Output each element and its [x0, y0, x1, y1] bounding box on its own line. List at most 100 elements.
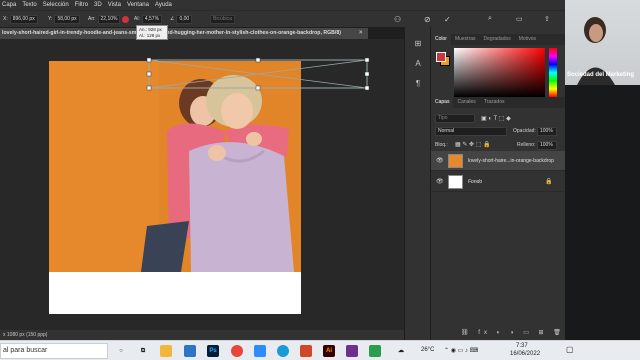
app-icon-2[interactable]	[369, 345, 381, 357]
layer-name: Fondo	[468, 179, 483, 185]
tab-motivos[interactable]: Motivos	[515, 34, 540, 45]
warp-icon[interactable]: ⚇	[394, 14, 401, 24]
menu-3d[interactable]: 3D	[94, 2, 102, 8]
menu-texto[interactable]: Texto	[22, 2, 36, 8]
lock-icon: 🔒	[545, 179, 553, 185]
color-panel-tabs: Color Muestras Degradados Motivos	[431, 34, 566, 45]
color-picker-field[interactable]	[454, 48, 545, 97]
fill-input[interactable]: 100%	[537, 141, 557, 150]
zoom-icon[interactable]	[254, 345, 266, 357]
layer-thumbnail	[448, 175, 463, 189]
weather-temperature[interactable]: 26°C	[421, 347, 434, 353]
y-input[interactable]: 58,00 px	[54, 14, 80, 24]
app-icon[interactable]	[346, 345, 358, 357]
layer-thumbnail	[448, 154, 463, 168]
layers-panel-tabs: Capas Canales Trazados	[431, 97, 566, 108]
tab-capas[interactable]: Capas	[431, 97, 454, 108]
menu-vista[interactable]: Vista	[108, 2, 121, 8]
clock-time[interactable]: 7:37	[516, 343, 528, 349]
paragraph-icon[interactable]: ¶	[413, 79, 423, 89]
menu-filtro[interactable]: Filtro	[75, 2, 88, 8]
menu-bar: Capa Texto Selección Filtro 3D Vista Ven…	[0, 0, 565, 10]
y-label: Y:	[48, 16, 53, 22]
x-input[interactable]: 896,00 px	[9, 14, 38, 24]
taskbar-search-text: al para buscar	[3, 347, 48, 354]
blend-mode-select[interactable]: Normal	[435, 127, 507, 136]
photoshop-icon[interactable]: Ps	[207, 345, 219, 357]
lock-icons[interactable]: ▦ ✎ ✥ ⬚ 🔒	[455, 141, 491, 148]
file-explorer-icon[interactable]	[160, 345, 172, 357]
layer-row[interactable]: 👁 Fondo 🔒	[431, 172, 566, 192]
fill-label: Relleno:	[517, 142, 536, 148]
foreground-color-swatch[interactable]	[436, 52, 446, 62]
options-bar: X: 896,00 px Y: 58,00 px An: 22,10% Al: …	[0, 10, 565, 27]
clock-date[interactable]: 16/06/2022	[510, 351, 540, 357]
taskbar-search[interactable]: al para buscar	[0, 343, 108, 359]
edge-icon[interactable]	[277, 345, 289, 357]
tab-muestras[interactable]: Muestras	[451, 34, 480, 45]
menu-seleccion[interactable]: Selección	[43, 2, 69, 8]
search-icon[interactable]: ⌕	[488, 14, 492, 24]
document-tab[interactable]: lovely-short-haired-girl-in-trendy-hoodi…	[0, 28, 368, 39]
commit-transform-icon[interactable]: ✓	[444, 14, 451, 24]
screen: Capa Texto Selección Filtro 3D Vista Ven…	[0, 0, 640, 360]
hue-slider[interactable]	[549, 48, 557, 97]
cancel-transform-icon[interactable]: ⊘	[424, 14, 431, 24]
interpolation-field: Bicúbica	[208, 14, 235, 24]
tab-color[interactable]: Color	[431, 34, 451, 45]
menu-ayuda[interactable]: Ayuda	[155, 2, 172, 8]
photoshop-window: Capa Texto Selección Filtro 3D Vista Ven…	[0, 0, 566, 340]
tab-canales[interactable]: Canales	[453, 97, 479, 108]
notification-icon[interactable]: ▢	[566, 345, 574, 354]
photo-layer[interactable]	[49, 61, 301, 272]
powerpoint-icon[interactable]	[300, 345, 312, 357]
link-icon[interactable]	[122, 14, 129, 24]
start-icon[interactable]: ○	[115, 345, 127, 357]
character-icon[interactable]: A	[413, 59, 423, 69]
document-size: x 1080 px (150 ppp)	[3, 332, 48, 338]
illustrator-icon[interactable]: Ai	[323, 345, 335, 357]
eye-icon[interactable]: 👁	[436, 157, 444, 164]
interpolation-select[interactable]: Bicúbica	[210, 14, 235, 24]
layer-name: lovely-short-haire...in-orange-backdrop	[468, 158, 554, 164]
angle-icon: ∠	[170, 16, 175, 22]
menu-capa[interactable]: Capa	[2, 2, 16, 8]
layers-footer-icons[interactable]: ⛓ fx ◐ ◑ ▭ ⊞ 🗑	[461, 329, 565, 336]
height-label: Al:	[134, 16, 140, 22]
y-field: Y: 58,00 px	[48, 14, 80, 24]
workspace-icon[interactable]: ▭	[516, 14, 523, 24]
tab-degradados[interactable]: Degradados	[480, 34, 515, 45]
x-field: X: 896,00 px	[3, 14, 38, 24]
task-view-icon[interactable]: ⧉	[137, 345, 149, 357]
width-label: An:	[88, 16, 96, 22]
participant-name: Sociedad del Marketing	[567, 72, 635, 78]
opacity-input[interactable]: 100%	[537, 127, 557, 136]
layer-row[interactable]: 👁 lovely-short-haire...in-orange-backdro…	[431, 151, 566, 171]
layer-search-input[interactable]: Tipo	[435, 114, 475, 123]
transform-bounding-box[interactable]	[145, 56, 371, 92]
layer-filter-icons[interactable]: ▣ ◐ T ⬚ ◆	[481, 115, 511, 122]
height-input[interactable]: 4,57%	[141, 14, 163, 24]
tab-trazados[interactable]: Trazados	[480, 97, 509, 108]
photo-image	[49, 61, 301, 272]
weather-icon[interactable]: ☁	[395, 345, 407, 357]
angle-input[interactable]: 0,00	[176, 14, 193, 24]
transform-tooltip: An.: 928 px Al.: 128 px	[136, 25, 168, 40]
opacity-label: Opacidad:	[513, 128, 536, 134]
width-input[interactable]: 22,10%	[97, 14, 121, 24]
x-label: X:	[3, 16, 8, 22]
share-icon[interactable]: ⇪	[544, 14, 550, 24]
chrome-icon[interactable]	[231, 345, 243, 357]
history-icon[interactable]: ⊞	[413, 39, 423, 49]
eye-icon[interactable]: 👁	[436, 178, 444, 185]
width-field: An: 22,10%	[88, 14, 121, 24]
document-tab-title: lovely-short-haired-girl-in-trendy-hoodi…	[2, 30, 341, 36]
tray-icons[interactable]: ⌃ ◉ ▭ ♪ ⌨	[444, 347, 478, 354]
angle-field: ∠ 0,00	[170, 14, 193, 24]
document-tabs: lovely-short-haired-girl-in-trendy-hoodi…	[0, 27, 404, 39]
store-icon[interactable]	[184, 345, 196, 357]
status-bar: x 1080 px (150 ppp)	[0, 330, 404, 340]
panel-icon-strip: ⊞ A ¶	[404, 27, 430, 340]
menu-ventana[interactable]: Ventana	[127, 2, 149, 8]
close-icon[interactable]: ×	[359, 28, 363, 39]
